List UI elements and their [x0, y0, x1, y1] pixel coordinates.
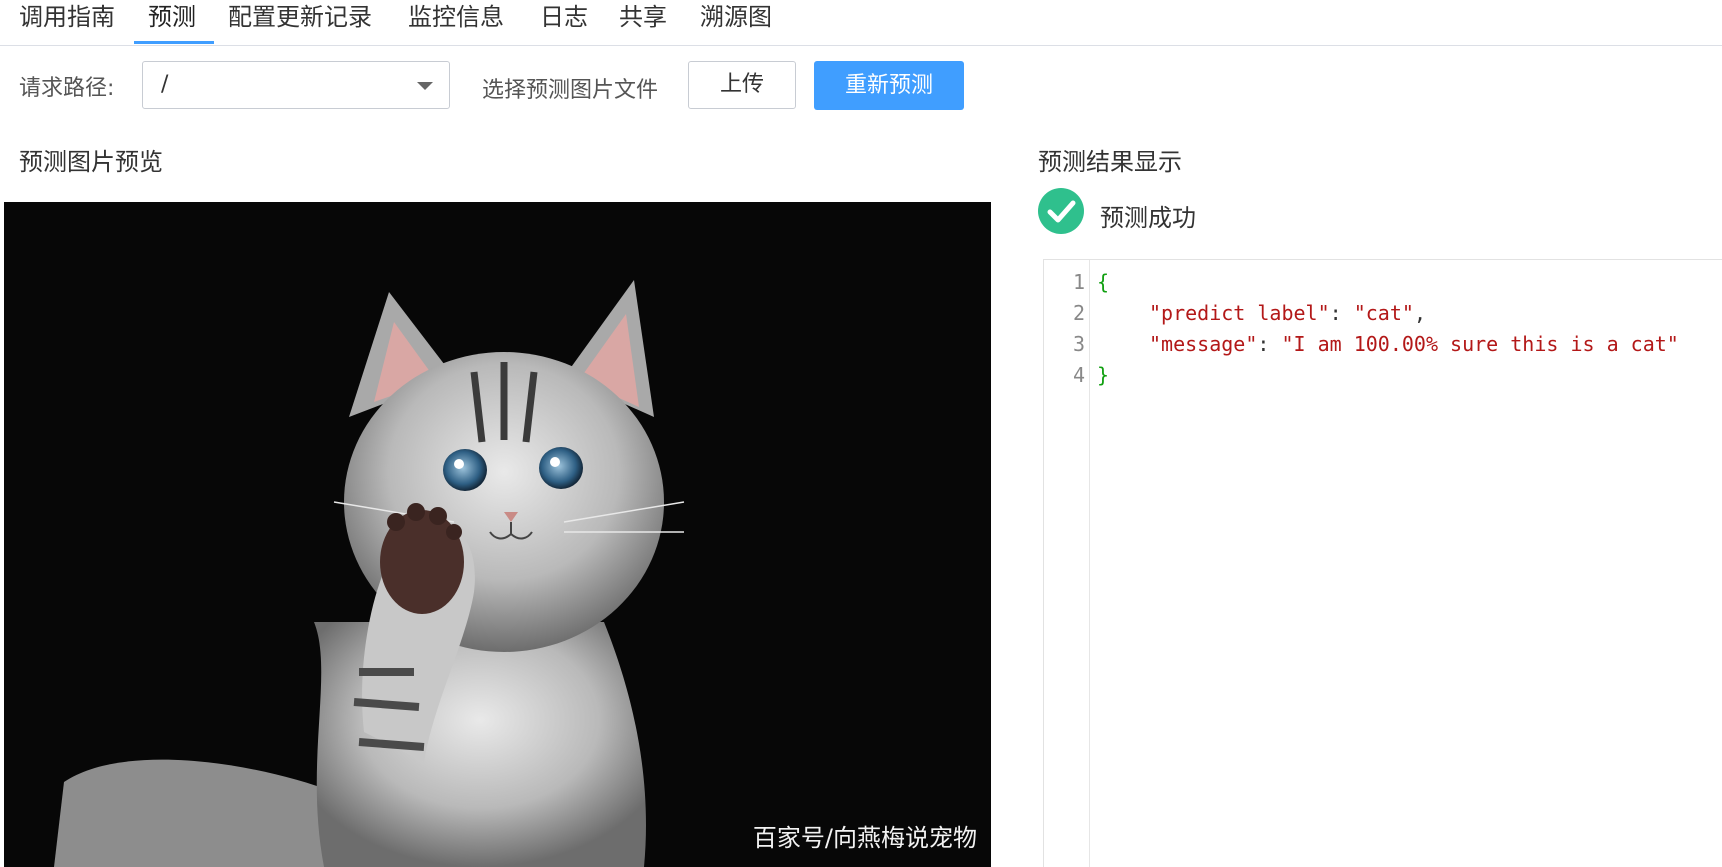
tab-config-history[interactable]: 配置更新记录 — [228, 0, 372, 44]
json-close-brace: } — [1097, 363, 1110, 387]
json-key: "message" — [1149, 332, 1258, 356]
tab-lineage[interactable]: 溯源图 — [700, 0, 772, 44]
json-value: "cat" — [1353, 301, 1414, 325]
active-tab-indicator — [134, 41, 214, 44]
json-result-viewer[interactable]: 1 2 3 4 { "predict label": "cat", "messa… — [1043, 259, 1722, 867]
json-open-brace: { — [1097, 270, 1110, 294]
tab-predict[interactable]: 预测 — [148, 0, 196, 44]
path-select[interactable]: / — [142, 61, 450, 109]
tab-monitoring[interactable]: 监控信息 — [408, 0, 504, 44]
chevron-down-icon[interactable] — [417, 82, 433, 90]
preview-image: 百家号/向燕梅说宠物 — [4, 202, 991, 867]
repredict-button[interactable]: 重新预测 — [814, 61, 964, 110]
code-line: "predict label": "cat", — [1149, 301, 1426, 325]
line-number-gutter: 1 2 3 4 — [1044, 260, 1090, 867]
preview-title: 预测图片预览 — [19, 148, 163, 176]
line-number: 1 — [1072, 270, 1085, 294]
json-value: "I am 100.00% sure this is a cat" — [1281, 332, 1679, 356]
tab-guide[interactable]: 调用指南 — [19, 0, 115, 44]
tab-logs[interactable]: 日志 — [540, 0, 588, 44]
upload-button[interactable]: 上传 — [688, 61, 796, 109]
json-comma: , — [1413, 301, 1426, 325]
path-select-value: / — [161, 72, 169, 97]
image-watermark: 百家号/向燕梅说宠物 — [752, 824, 977, 852]
json-key: "predict label" — [1149, 301, 1330, 325]
line-number: 4 — [1072, 363, 1085, 387]
path-label: 请求路径: — [19, 76, 115, 101]
line-number: 3 — [1072, 332, 1085, 356]
json-separator: : — [1329, 301, 1354, 325]
code-line: "message": "I am 100.00% sure this is a … — [1149, 332, 1679, 356]
tab-bar: 调用指南 预测 配置更新记录 监控信息 日志 共享 溯源图 — [0, 0, 1722, 46]
line-number: 2 — [1072, 301, 1085, 325]
tab-share[interactable]: 共享 — [619, 0, 667, 44]
result-title: 预测结果显示 — [1038, 148, 1182, 176]
code-line: } — [1097, 363, 1109, 387]
status-text: 预测成功 — [1100, 204, 1196, 232]
check-circle-icon — [1038, 188, 1084, 234]
kitten-illustration — [4, 202, 991, 867]
file-select-label[interactable]: 选择预测图片文件 — [482, 72, 658, 104]
code-line: { — [1097, 270, 1109, 294]
json-separator: : — [1257, 332, 1282, 356]
